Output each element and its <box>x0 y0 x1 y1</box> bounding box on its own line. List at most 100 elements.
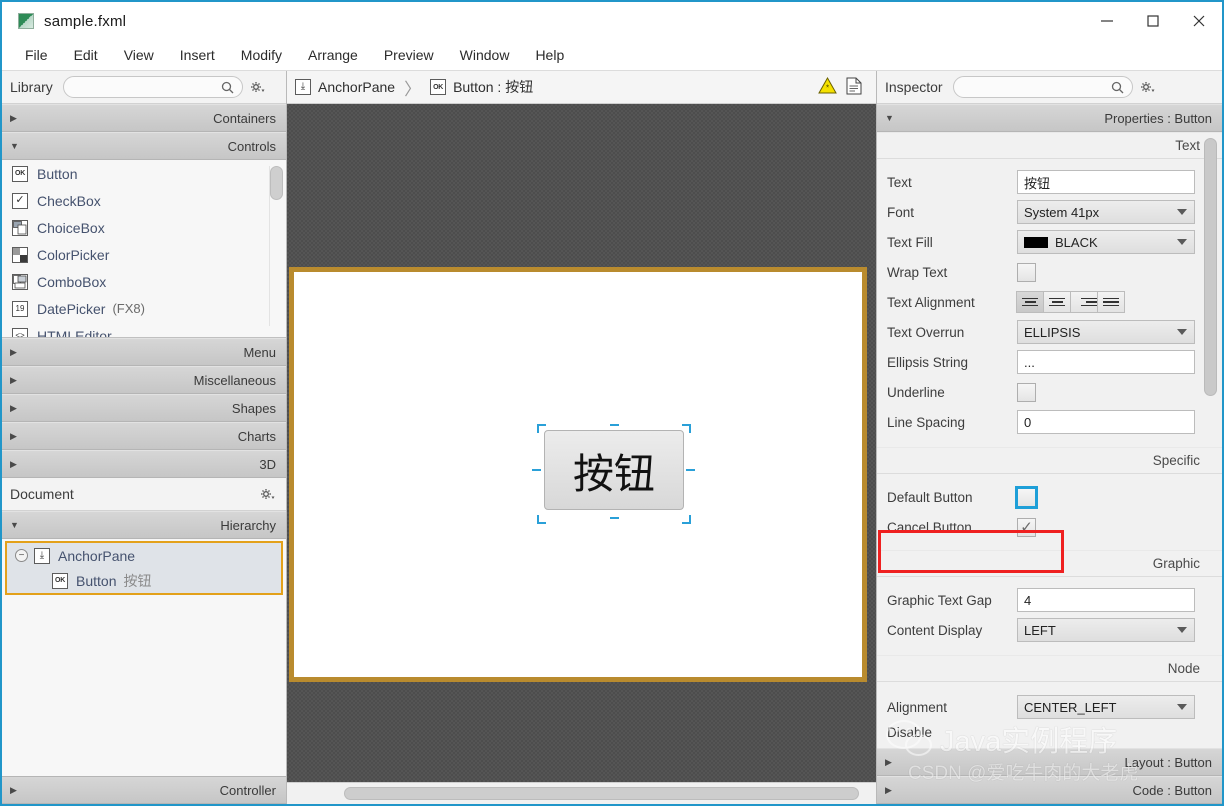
inspector-properties-header-label: Properties : Button <box>1104 110 1212 126</box>
maximize-button[interactable] <box>1130 2 1176 40</box>
text-input[interactable]: 按钮 <box>1017 170 1195 194</box>
fxml-file-icon <box>18 13 34 29</box>
library-gear-menu-button[interactable] <box>247 76 269 98</box>
selection-handle-ml[interactable] <box>532 469 541 471</box>
library-section-charts[interactable]: ▶ Charts <box>2 422 286 450</box>
line-spacing-input[interactable]: 0 <box>1017 410 1195 434</box>
library-item-combobox-label: ComboBox <box>37 273 107 290</box>
library-list-scrollbar-thumb[interactable] <box>270 166 283 200</box>
breadcrumb-item-button[interactable]: OK Button : 按钮 <box>430 77 533 97</box>
hierarchy-row-button[interactable]: OK Button 按钮 <box>7 568 281 593</box>
chevron-right-icon: ▶ <box>885 784 892 795</box>
wrap-text-checkbox[interactable] <box>1017 262 1036 282</box>
inspector-gear-menu-button[interactable] <box>1137 76 1159 98</box>
ellipsis-string-input[interactable]: ... <box>1017 350 1195 374</box>
align-justify-button[interactable] <box>1097 291 1125 313</box>
library-section-miscellaneous[interactable]: ▶ Miscellaneous <box>2 366 286 394</box>
library-item-choicebox[interactable]: ChoiceBox <box>2 214 286 241</box>
library-item-checkbox[interactable]: CheckBox <box>2 187 286 214</box>
document-gear-menu-button[interactable] <box>256 483 278 505</box>
library-title: Library <box>10 79 53 95</box>
default-button-checkbox[interactable] <box>1015 485 1038 509</box>
library-item-htmleditor[interactable]: <> HTMLEditor <box>2 322 286 337</box>
library-list-scrollbar[interactable] <box>269 166 283 326</box>
library-section-menu-label: Menu <box>243 344 276 360</box>
library-item-checkbox-label: CheckBox <box>37 192 101 209</box>
menu-insert[interactable]: Insert <box>167 43 228 67</box>
menu-modify[interactable]: Modify <box>228 43 295 67</box>
inspector-search-box[interactable] <box>952 76 1133 98</box>
content-display-combo[interactable]: LEFT <box>1017 618 1195 642</box>
text-fill-combo[interactable]: BLACK <box>1017 230 1195 254</box>
canvas-horizontal-scrollbar-thumb[interactable] <box>344 787 859 800</box>
property-label-line-spacing: Line Spacing <box>887 414 966 430</box>
hierarchy-row-anchorpane[interactable]: − ⤓ AnchorPane <box>7 543 281 568</box>
hierarchy-tree: − ⤓ AnchorPane OK Button 按钮 <box>2 539 286 776</box>
selection-handle-tc[interactable] <box>610 424 619 426</box>
canvas-anchorpane[interactable]: 按钮 <box>289 267 867 682</box>
document-section-hierarchy[interactable]: ▼ Hierarchy <box>2 511 286 539</box>
text-overrun-combo[interactable]: ELLIPSIS <box>1017 320 1195 344</box>
canvas-button[interactable]: 按钮 <box>544 430 684 510</box>
inspector-section-code-label: Code : Button <box>1132 782 1213 798</box>
library-section-menu[interactable]: ▶ Menu <box>2 338 286 366</box>
inspector-scrollbar[interactable] <box>1204 138 1217 538</box>
menu-view[interactable]: View <box>111 43 167 67</box>
inspector-section-code[interactable]: ▶ Code : Button <box>877 776 1222 804</box>
graphic-text-gap-input[interactable]: 4 <box>1017 588 1195 612</box>
inspector-properties-header[interactable]: ▼ Properties : Button <box>877 104 1222 132</box>
breadcrumb-item-anchorpane[interactable]: ⤓ AnchorPane <box>295 79 395 95</box>
menu-preview[interactable]: Preview <box>371 43 447 67</box>
selection-handle-mr[interactable] <box>686 469 695 471</box>
canvas-horizontal-scrollbar[interactable] <box>287 782 876 804</box>
library-item-datepicker[interactable]: 19 DatePicker (FX8) <box>2 295 286 322</box>
font-combo[interactable]: System 41px <box>1017 200 1195 224</box>
property-row-text: Text 按钮 <box>877 167 1222 197</box>
alignment-combo[interactable]: CENTER_LEFT <box>1017 695 1195 719</box>
document-section-hierarchy-label: Hierarchy <box>220 517 276 533</box>
warning-triangle-icon[interactable]: * <box>818 76 837 97</box>
ok-button-icon: OK <box>12 165 28 182</box>
chevron-right-icon: ▶ <box>10 458 17 469</box>
selection-handle-bc[interactable] <box>610 517 619 519</box>
underline-checkbox[interactable] <box>1017 382 1036 402</box>
library-search-input[interactable] <box>71 79 221 95</box>
library-search-box[interactable] <box>62 76 243 98</box>
align-left-button[interactable] <box>1016 291 1044 313</box>
library-item-colorpicker[interactable]: ColorPicker <box>2 241 286 268</box>
breadcrumb-actions: * <box>818 76 868 98</box>
inspector-section-layout[interactable]: ▶ Layout : Button <box>877 748 1222 776</box>
close-button[interactable] <box>1176 2 1222 40</box>
library-section-charts-label: Charts <box>237 428 276 444</box>
chevron-right-icon: ▶ <box>885 756 892 767</box>
document-section-controller[interactable]: ▶ Controller <box>2 776 286 804</box>
library-section-shapes[interactable]: ▶ Shapes <box>2 394 286 422</box>
library-item-combobox[interactable]: ComboBox <box>2 268 286 295</box>
property-row-ellipsis-string: Ellipsis String ... <box>877 347 1222 377</box>
tree-collapse-icon[interactable]: − <box>15 549 28 562</box>
document-page-icon[interactable] <box>846 77 862 98</box>
menu-file[interactable]: File <box>12 43 61 67</box>
library-section-containers[interactable]: ▶ Containers <box>2 104 286 132</box>
colorpicker-icon <box>12 246 28 263</box>
breadcrumb: ⤓ AnchorPane 〉 OK Button : 按钮 * <box>287 71 876 104</box>
property-label-text: Text <box>887 174 912 190</box>
library-section-controls[interactable]: ▼ Controls <box>2 132 286 160</box>
cancel-button-checkbox[interactable]: ✓ <box>1017 517 1036 537</box>
design-canvas[interactable]: 按钮 <box>287 104 876 782</box>
inspector-scrollbar-thumb[interactable] <box>1204 138 1217 396</box>
htmleditor-icon: <> <box>12 327 28 337</box>
property-row-wrap-text: Wrap Text <box>877 257 1222 287</box>
menu-window[interactable]: Window <box>447 43 523 67</box>
align-right-button[interactable] <box>1070 291 1098 313</box>
library-section-3d[interactable]: ▶ 3D <box>2 450 286 478</box>
menu-help[interactable]: Help <box>522 43 577 67</box>
inspector-search-input[interactable] <box>961 79 1111 95</box>
menu-arrange[interactable]: Arrange <box>295 43 371 67</box>
minimize-button[interactable] <box>1084 2 1130 40</box>
menu-edit[interactable]: Edit <box>61 43 111 67</box>
library-item-button[interactable]: OK Button <box>2 160 286 187</box>
align-center-button[interactable] <box>1043 291 1071 313</box>
fxml-editor-window: sample.fxml File Edit View Insert Modify… <box>0 0 1224 806</box>
chevron-right-icon: ▶ <box>10 784 17 795</box>
